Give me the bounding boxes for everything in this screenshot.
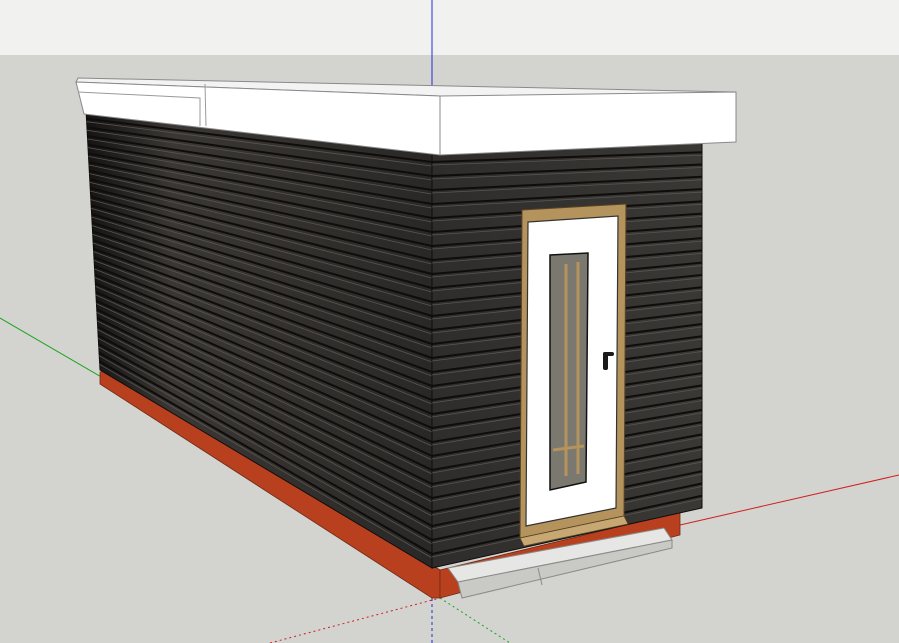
door-glass-panel bbox=[549, 252, 589, 491]
sky-background bbox=[0, 0, 899, 55]
door-handle-lever bbox=[603, 352, 614, 356]
modeling-viewport[interactable] bbox=[0, 0, 899, 643]
3d-scene[interactable] bbox=[0, 0, 899, 643]
door[interactable] bbox=[519, 203, 627, 539]
